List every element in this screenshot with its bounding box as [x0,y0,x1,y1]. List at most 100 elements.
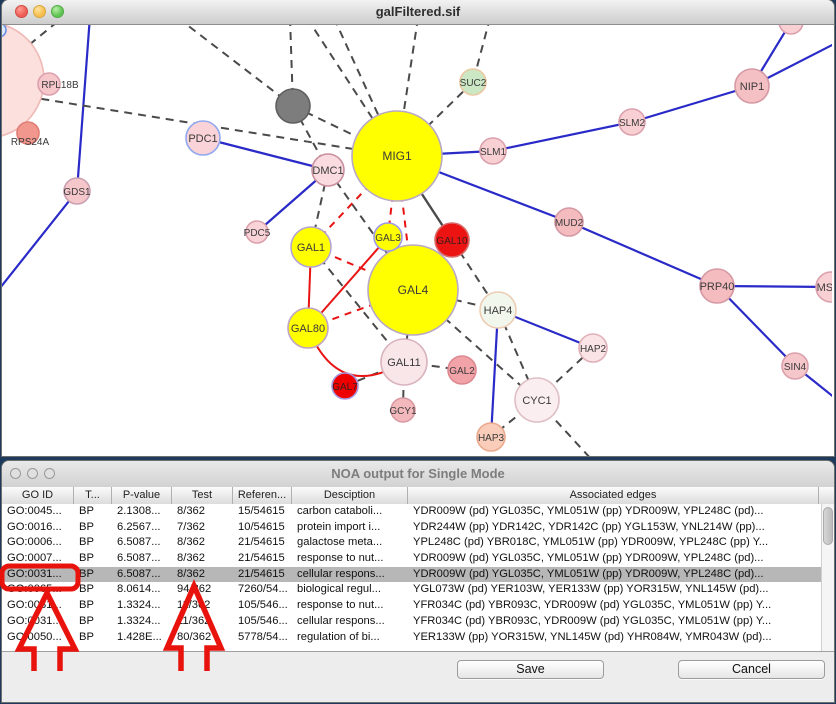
node-label-gal11: GAL11 [387,357,420,369]
cell: 7260/54... [233,582,292,598]
node-label-pdc5: PDC5 [244,228,271,239]
node-label-rpl18b: RPL18B [41,80,79,91]
node-label-rps24a: RPS24A [11,137,50,148]
cell: YFR034C (pd) YBR093C, YDR009W (pd) YGL03… [408,614,819,630]
cell: 10/54615 [233,520,292,536]
node-label-gal10: GAL10 [436,236,468,247]
cell: YDR244W (pp) YDR142C, YDR142C (pp) YGL15… [408,520,819,536]
node-gray[interactable] [276,89,310,123]
cell: protein import i... [292,520,408,536]
cell: 21/54615 [233,535,292,551]
column-header-test[interactable]: Test [172,487,233,504]
cell: GO:0031... [2,598,74,614]
node-label-dmc1: DMC1 [312,165,343,177]
node-label-sin4: SIN4 [784,362,807,373]
save-button[interactable]: Save [457,660,604,679]
cell: response to nut... [292,598,408,614]
table-row[interactable]: GO:0006...BP6.5087...8/36221/54615galact… [2,535,834,551]
table-row[interactable]: GO:0065...BP8.0614...94/3627260/54...bio… [2,582,834,598]
cell: response to nut... [292,551,408,567]
edge-blue [77,25,90,191]
table-row[interactable]: GO:0007...BP6.5087...8/36221/54615respon… [2,551,834,567]
node-label-mud2: MUD2 [555,218,584,229]
table-row[interactable]: GO:0045...BP2.1308...8/36215/54615carbon… [2,504,834,520]
edge-blue [2,191,77,288]
column-header-desciption[interactable]: Desciption [292,487,408,504]
node-label-pdc1: PDC1 [188,133,217,145]
edge-blue [491,310,498,437]
network-window-titlebar[interactable]: galFiltered.sif [2,0,834,25]
column-header-referen[interactable]: Referen... [233,487,292,504]
cell: galactose meta... [292,535,408,551]
cell: BP [74,504,112,520]
table-body: GO:0045...BP2.1308...8/36215/54615carbon… [2,504,834,652]
node-label-prp40: PRP40 [700,281,735,293]
column-header-t[interactable]: T... [74,487,112,504]
table-row[interactable]: GO:0016...BP6.2567...7/36210/54615protei… [2,520,834,536]
cell: YDR009W (pd) YGL035C, YML051W (pp) YDR00… [408,551,819,567]
cell: GO:0050... [2,630,74,646]
cell: BP [74,535,112,551]
cell: 8/362 [172,504,233,520]
cell: 5778/54... [233,630,292,646]
cancel-button[interactable]: Cancel [678,660,825,679]
node-tr[interactable] [779,25,803,34]
cell: BP [74,567,112,583]
node-label-hap2: HAP2 [580,344,607,355]
table-row[interactable]: GO:0031...BP6.5087...8/36221/54615cellul… [2,567,834,583]
cell: 6.5087... [112,551,172,567]
cell: 6.2567... [112,520,172,536]
node-label-mig1: MIG1 [382,149,412,163]
network-window: galFiltered.sif RPL18B RPS24A GDS1 PDC1 PDC5… [2,0,834,456]
edge-blue [632,86,752,122]
node-label-gal3: GAL3 [375,233,401,244]
noa-window-titlebar[interactable]: NOA output for Single Mode [2,461,834,488]
table-row[interactable]: GO:0050...BP1.428E...80/3625778/54...reg… [2,630,834,646]
table-row[interactable]: GO:0031...BP1.3324...11/362105/546...res… [2,598,834,614]
cell: 15/54615 [233,504,292,520]
cell: BP [74,614,112,630]
scrollbar-thumb[interactable] [823,507,833,545]
cell: GO:0045... [2,504,74,520]
node-label-gds1: GDS1 [63,187,91,198]
cell: BP [74,598,112,614]
node-label-suc2: SUC2 [460,78,487,89]
node-label-slm1: SLM1 [480,147,507,158]
cell: 11/362 [172,614,233,630]
node-label-gal7: GAL7 [332,382,358,393]
cell: GO:0031... [2,614,74,630]
cell: GO:0065... [2,582,74,598]
cell: 94/362 [172,582,233,598]
network-canvas[interactable]: RPL18B RPS24A GDS1 PDC1 PDC5 MIG1 DMC1 SUC2 SLM1… [2,25,832,456]
cell: 6.5087... [112,567,172,583]
cell: 8/362 [172,567,233,583]
cell: 1.3324... [112,614,172,630]
noa-window: NOA output for Single Mode GO IDT...P-va… [2,461,834,702]
node-label-msl1: MSL1 [817,282,832,294]
column-header-go-id[interactable]: GO ID [2,487,74,504]
cell: BP [74,520,112,536]
cell: regulation of bi... [292,630,408,646]
node-label-hap3: HAP3 [478,433,505,444]
table-row[interactable]: GO:0031...BP1.3324...11/362105/546...cel… [2,614,834,630]
node-label-nip1: NIP1 [740,81,764,93]
cell: GO:0031... [2,567,74,583]
node-label-gal4: GAL4 [398,283,429,297]
cell: YER133W (pp) YOR315W, YNL145W (pd) YHR08… [408,630,819,646]
node-label-cyc1: CYC1 [522,395,551,407]
edge-blue [493,122,632,151]
cell: 105/546... [233,614,292,630]
cell: biological regul... [292,582,408,598]
vertical-scrollbar[interactable] [821,504,834,651]
cell: 11/362 [172,598,233,614]
node-label-gal80: GAL80 [291,323,325,335]
cell: cellular respons... [292,614,408,630]
cell: YDR009W (pd) YGL035C, YML051W (pp) YDR00… [408,567,819,583]
cell: BP [74,551,112,567]
column-header-associated-edges[interactable]: Associated edges [408,487,819,504]
table-header: GO IDT...P-valueTestReferen...Desciption… [2,487,834,505]
column-header-p-value[interactable]: P-value [112,487,172,504]
cell: cellular respons... [292,567,408,583]
node-label-gcy1: GCY1 [389,406,417,417]
cell: 6.5087... [112,535,172,551]
